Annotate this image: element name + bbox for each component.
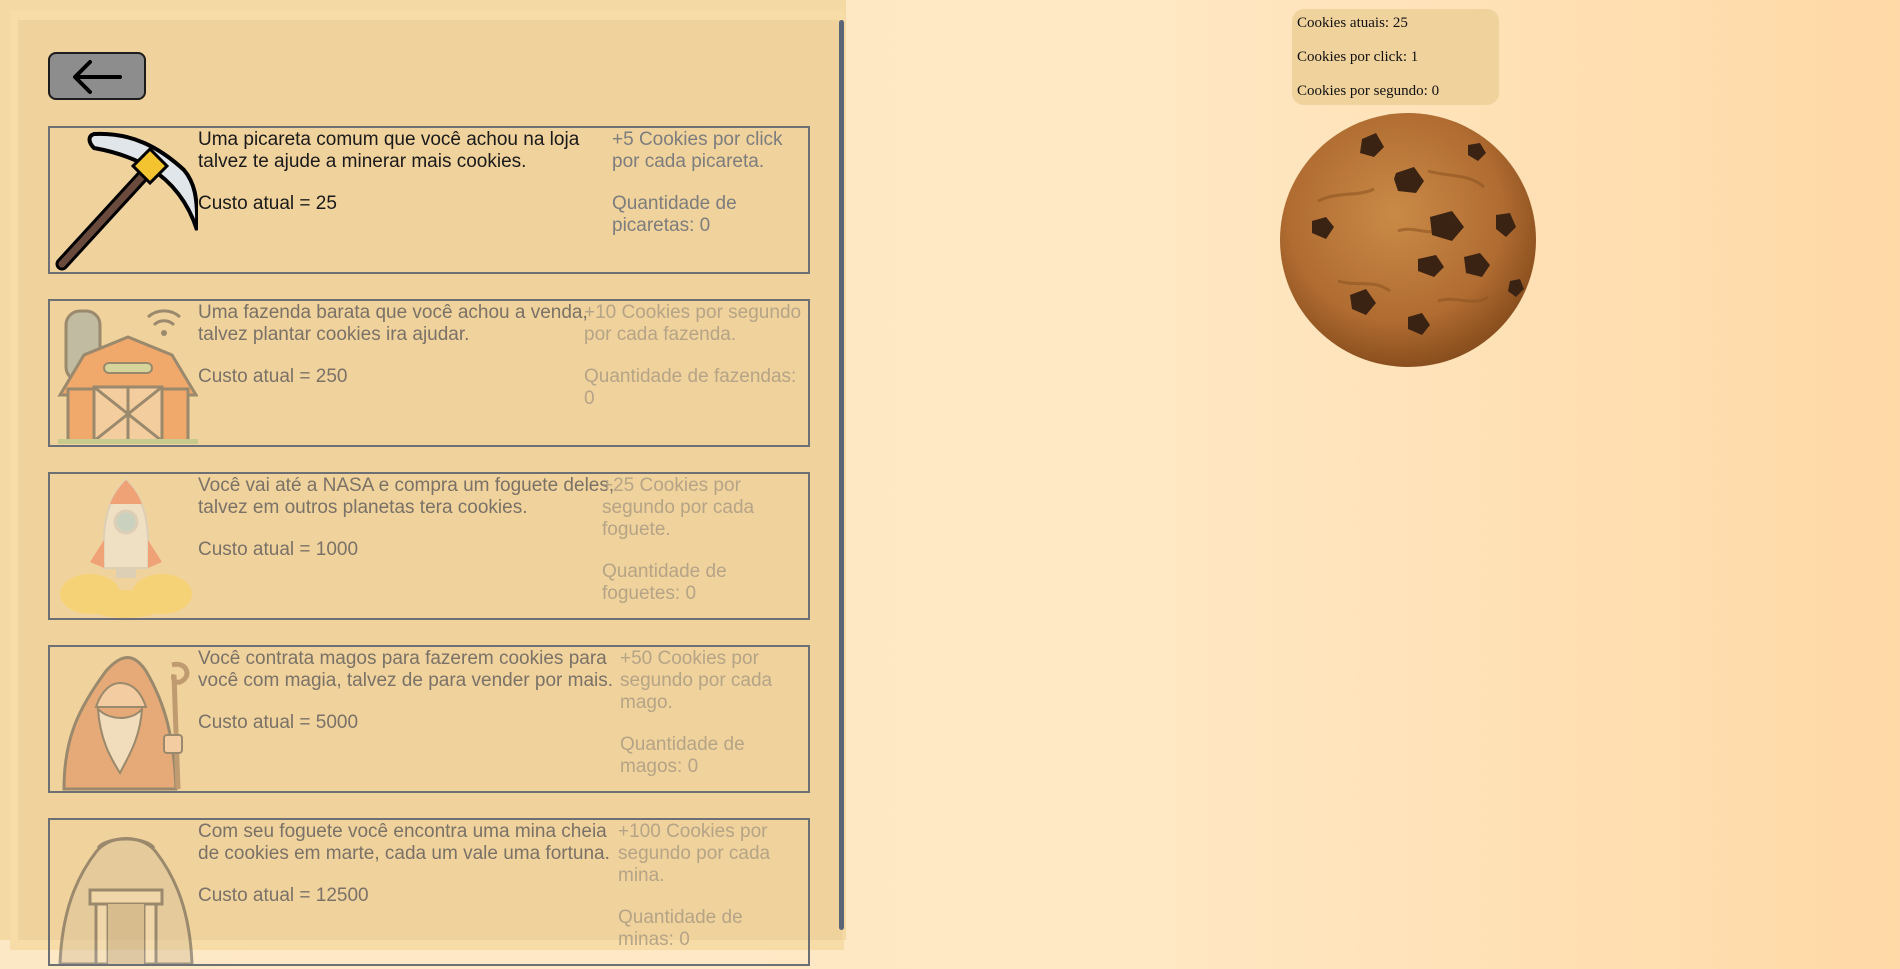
cookie-stats-panel: Cookies atuais: 25 Cookies por click: 1 …	[1292, 9, 1499, 105]
wizard-icon	[54, 649, 198, 791]
item-cost: Custo atual = 1000	[198, 539, 359, 560]
cookie-button[interactable]	[1278, 111, 1538, 369]
item-quantity: Quantidade de minas: 0	[618, 907, 743, 950]
item-quantity: Quantidade de fazendas: 0	[584, 366, 797, 409]
shop-scrollbar[interactable]	[839, 20, 844, 930]
farm-icon	[54, 303, 199, 445]
item-stats: +50 Cookies por segundo por cada mago. Q…	[620, 648, 800, 778]
item-stats: +5 Cookies por click por cada picareta. …	[612, 129, 802, 237]
rocket-icon	[54, 476, 198, 618]
item-cost: Custo atual = 5000	[198, 712, 359, 733]
item-cost: Custo atual = 250	[198, 366, 348, 387]
item-bonus: +50 Cookies por segundo por cada mago.	[620, 648, 773, 713]
current-cookies-text: Cookies atuais: 25	[1297, 15, 1408, 31]
shop-item-pickaxe[interactable]: Uma picareta comum que você achou na loj…	[48, 126, 810, 274]
item-description: Uma fazenda barata que você achou a vend…	[198, 302, 588, 345]
shop-item-mine[interactable]: Com seu foguete você encontra uma mina c…	[48, 818, 810, 966]
item-description: Com seu foguete você encontra uma mina c…	[198, 821, 610, 864]
shop-item-wizard[interactable]: Você contrata magos para fazerem cookies…	[48, 645, 810, 793]
item-cost: Custo atual = 12500	[198, 885, 369, 906]
pickaxe-icon	[54, 130, 200, 272]
shop-item-farm[interactable]: Uma fazenda barata que você achou a vend…	[48, 299, 810, 447]
item-bonus: +10 Cookies por segundo por cada fazenda…	[584, 302, 802, 345]
item-bonus: +5 Cookies por click por cada picareta.	[612, 129, 783, 172]
item-stats: +100 Cookies por segundo por cada mina. …	[618, 821, 803, 951]
item-cost: Custo atual = 25	[198, 193, 337, 214]
cookie-icon	[1278, 113, 1538, 373]
item-description: Você vai até a NASA e compra um foguete …	[198, 475, 615, 518]
cookies-per-click-text: Cookies por click: 1	[1297, 49, 1419, 65]
item-stats: +10 Cookies por segundo por cada fazenda…	[584, 302, 804, 410]
back-button[interactable]	[48, 52, 146, 100]
mine-icon	[54, 822, 198, 966]
cookies-per-second-text: Cookies por segundo: 0	[1297, 83, 1440, 99]
item-description: Uma picareta comum que você achou na loj…	[198, 129, 580, 172]
item-bonus: +25 Cookies por segundo por cada foguete…	[602, 475, 755, 540]
item-quantity: Quantidade de picaretas: 0	[612, 193, 737, 236]
item-bonus: +100 Cookies por segundo por cada mina.	[618, 821, 771, 886]
item-quantity: Quantidade de magos: 0	[620, 734, 745, 777]
item-stats: +25 Cookies por segundo por cada foguete…	[602, 475, 802, 605]
item-quantity: Quantidade de foguetes: 0	[602, 561, 727, 604]
shop-item-rocket[interactable]: Você vai até a NASA e compra um foguete …	[48, 472, 810, 620]
item-description: Você contrata magos para fazerem cookies…	[198, 648, 614, 691]
